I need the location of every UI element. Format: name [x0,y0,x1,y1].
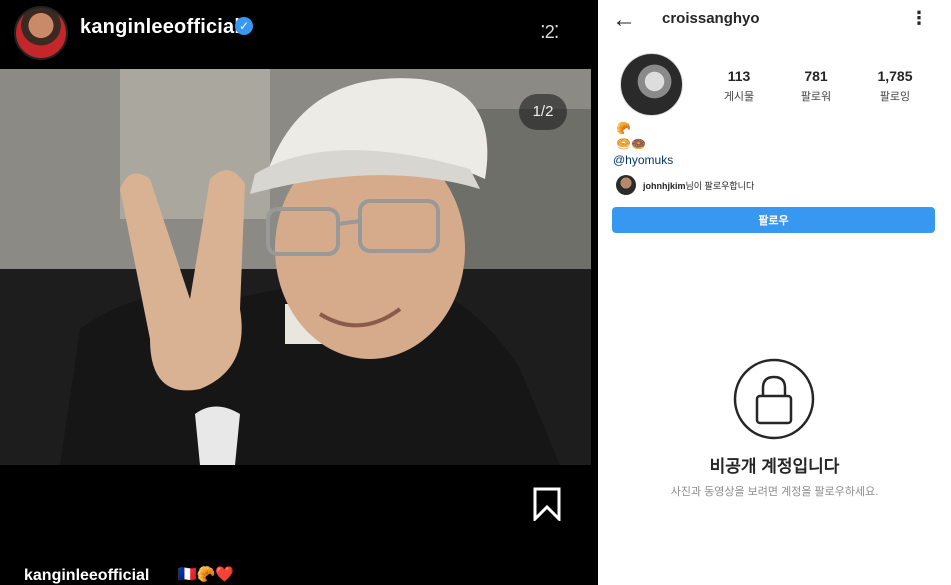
bio-line-1: 🥐 [616,121,631,135]
follow-button[interactable]: 팔로우 [612,207,935,233]
private-account-title: 비공개 계정입니다 [709,457,840,476]
more-vertical-icon[interactable]: ⋮ [910,8,928,29]
stat-following[interactable]: 1,785 팔로잉 [860,68,930,104]
profile-panel: ← croissanghyo ⋮ 113 게시물 781 팔로워 1,785 팔… [598,0,951,585]
bio-link[interactable]: @hyomuks [613,153,673,167]
avatar[interactable] [14,6,68,60]
post-photo[interactable] [0,69,591,465]
profile-avatar[interactable] [620,53,683,116]
followed-by-suffix: 님이 팔로우합니다 [685,180,755,191]
follower-avatar [616,175,636,195]
bio-line-2: 🥯🍩 [616,137,646,151]
back-arrow-icon[interactable]: ← [612,6,636,34]
stat-following-count: 1,785 [877,68,913,84]
private-account-subtitle: 사진과 동영상을 보려면 계정을 팔로우하세요. [670,486,879,498]
profile-username: croissanghyo [662,10,760,27]
bookmark-icon[interactable] [532,487,562,521]
post-username[interactable]: kanginleeofficial [80,16,240,39]
stat-posts-count: 113 [727,68,751,84]
followed-by-text: johnhjkim님이 팔로우합니다 [643,179,754,192]
caption-username[interactable]: kanginleeofficial [24,567,149,585]
stat-following-label: 팔로잉 [879,91,911,103]
more-options-icon[interactable]: ⁚2⁚ [540,22,559,43]
photo-illustration [0,69,591,465]
caption-emojis: 🇫🇷🥐❤️ [178,566,235,583]
left-post-panel: kanginleeofficial ✓ ⁚2⁚ 1/2 kanginleeoff… [0,0,591,585]
stat-followers-count: 781 [804,68,828,84]
stat-followers-label: 팔로워 [800,91,832,103]
followed-by[interactable]: johnhjkim님이 팔로우합니다 [616,175,754,195]
verified-check-icon: ✓ [235,17,253,35]
stat-posts-label: 게시물 [723,91,755,103]
lock-icon [733,358,815,440]
followed-by-user: johnhjkim [643,180,686,191]
post-header: kanginleeofficial ✓ ⁚2⁚ [0,0,591,66]
photo-counter: 1/2 [519,94,567,130]
stat-followers[interactable]: 781 팔로워 [781,68,851,104]
stat-posts[interactable]: 113 게시물 [704,68,774,104]
